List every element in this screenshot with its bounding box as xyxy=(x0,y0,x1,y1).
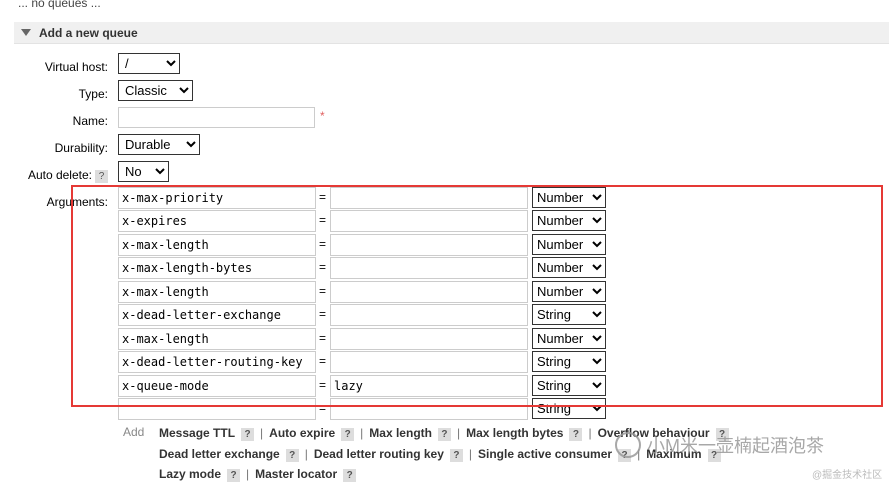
argument-type-select[interactable]: Number xyxy=(532,328,606,349)
collapse-triangle-icon[interactable] xyxy=(21,29,31,36)
argument-type-select[interactable]: Number xyxy=(532,187,606,208)
auto-delete-help-icon[interactable]: ? xyxy=(95,170,108,183)
argument-type-select[interactable]: String xyxy=(532,351,606,372)
section-title: Add a new queue xyxy=(39,25,138,40)
shortcut-link[interactable]: Max length bytes xyxy=(466,426,563,440)
argument-equals: = xyxy=(319,190,327,204)
argument-equals: = xyxy=(319,331,327,345)
argument-equals: = xyxy=(319,260,327,274)
argument-key-input[interactable]: x-expires xyxy=(118,210,316,232)
no-queues-text: ... no queues ... xyxy=(18,0,101,10)
name-input[interactable] xyxy=(118,107,315,128)
argument-key-input[interactable]: x-queue-mode xyxy=(118,375,316,397)
shortcut-link[interactable]: Lazy mode xyxy=(159,467,221,481)
add-label: Add xyxy=(123,425,145,439)
shortcut-link[interactable]: Auto expire xyxy=(269,426,335,440)
shortcut-separator: | xyxy=(304,447,308,461)
auto-delete-select[interactable]: No xyxy=(118,161,169,182)
shortcut-separator: | xyxy=(456,426,461,440)
shortcut-link[interactable]: Dead letter exchange xyxy=(159,447,280,461)
shortcut-separator: | xyxy=(360,426,364,440)
help-icon[interactable]: ? xyxy=(241,428,255,441)
argument-equals: = xyxy=(319,307,327,321)
argument-key-input[interactable]: x-max-length xyxy=(118,234,316,256)
argument-key-input[interactable]: x-max-priority xyxy=(118,187,316,209)
help-icon[interactable]: ? xyxy=(227,469,241,482)
argument-value-input[interactable] xyxy=(330,234,528,256)
argument-value-input[interactable] xyxy=(330,351,528,373)
argument-key-input[interactable]: x-dead-letter-exchange xyxy=(118,304,316,326)
shortcut-separator: | xyxy=(246,467,250,481)
argument-key-input[interactable]: x-max-length xyxy=(118,328,316,350)
argument-type-select[interactable]: Number xyxy=(532,257,606,278)
durability-select[interactable]: Durable xyxy=(118,134,200,155)
shortcut-link[interactable]: Max length xyxy=(369,426,432,440)
watermark: 小M米一壶楠起酒泡茶 xyxy=(615,432,824,458)
type-select[interactable]: Classic xyxy=(118,80,193,101)
argument-type-select[interactable]: String xyxy=(532,398,606,419)
auto-delete-label: Auto delete:? xyxy=(12,168,108,183)
help-icon[interactable]: ? xyxy=(285,449,299,462)
shortcut-link[interactable]: Dead letter routing key xyxy=(314,447,444,461)
type-label: Type: xyxy=(78,87,108,101)
argument-type-select[interactable]: Number xyxy=(532,281,606,302)
shortcut-link[interactable]: Message TTL xyxy=(159,426,235,440)
shortcut-line-3: Lazy mode? | Master locator? xyxy=(159,467,357,482)
help-icon[interactable]: ? xyxy=(343,469,357,482)
argument-value-input[interactable] xyxy=(330,304,528,326)
argument-equals: = xyxy=(319,237,327,251)
watermark-text: 小M米一壶楠起酒泡茶 xyxy=(647,436,824,456)
help-icon[interactable]: ? xyxy=(449,449,463,462)
argument-type-select[interactable]: Number xyxy=(532,210,606,231)
shortcut-separator: | xyxy=(260,426,264,440)
argument-equals: = xyxy=(319,401,327,415)
argument-key-input[interactable] xyxy=(118,398,316,420)
shortcut-separator: | xyxy=(468,447,472,461)
wechat-logo-icon xyxy=(615,432,641,458)
virtual-host-select[interactable]: / xyxy=(118,53,180,74)
argument-key-input[interactable]: x-max-length-bytes xyxy=(118,257,316,279)
argument-equals: = xyxy=(319,213,327,227)
arguments-label: Arguments: xyxy=(46,195,108,209)
shortcut-separator: | xyxy=(588,426,592,440)
argument-value-input[interactable] xyxy=(330,187,528,209)
add-queue-section-header[interactable]: Add a new queue xyxy=(14,22,889,44)
name-label: Name: xyxy=(72,114,108,128)
argument-value-input[interactable]: lazy xyxy=(330,375,528,397)
argument-type-select[interactable]: String xyxy=(532,304,606,325)
argument-value-input[interactable] xyxy=(330,257,528,279)
argument-key-input[interactable]: x-dead-letter-routing-key xyxy=(118,351,316,373)
argument-value-input[interactable] xyxy=(330,210,528,232)
durability-label: Durability: xyxy=(54,141,108,155)
help-icon[interactable]: ? xyxy=(341,428,355,441)
argument-equals: = xyxy=(319,378,327,392)
argument-key-input[interactable]: x-max-length xyxy=(118,281,316,303)
argument-value-input[interactable] xyxy=(330,398,528,420)
site-watermark: @掘金技术社区 xyxy=(812,470,883,481)
help-icon[interactable]: ? xyxy=(569,428,583,441)
virtual-host-label: Virtual host: xyxy=(44,60,108,74)
auto-delete-label-text: Auto delete: xyxy=(27,168,92,182)
required-mark: * xyxy=(320,109,325,123)
help-icon[interactable]: ? xyxy=(437,428,451,441)
argument-value-input[interactable] xyxy=(330,281,528,303)
argument-equals: = xyxy=(319,284,327,298)
argument-type-select[interactable]: Number xyxy=(532,234,606,255)
argument-equals: = xyxy=(319,354,327,368)
argument-type-select[interactable]: String xyxy=(532,375,606,396)
shortcut-link[interactable]: Single active consumer xyxy=(478,447,612,461)
argument-value-input[interactable] xyxy=(330,328,528,350)
shortcut-link[interactable]: Master locator xyxy=(255,467,337,481)
